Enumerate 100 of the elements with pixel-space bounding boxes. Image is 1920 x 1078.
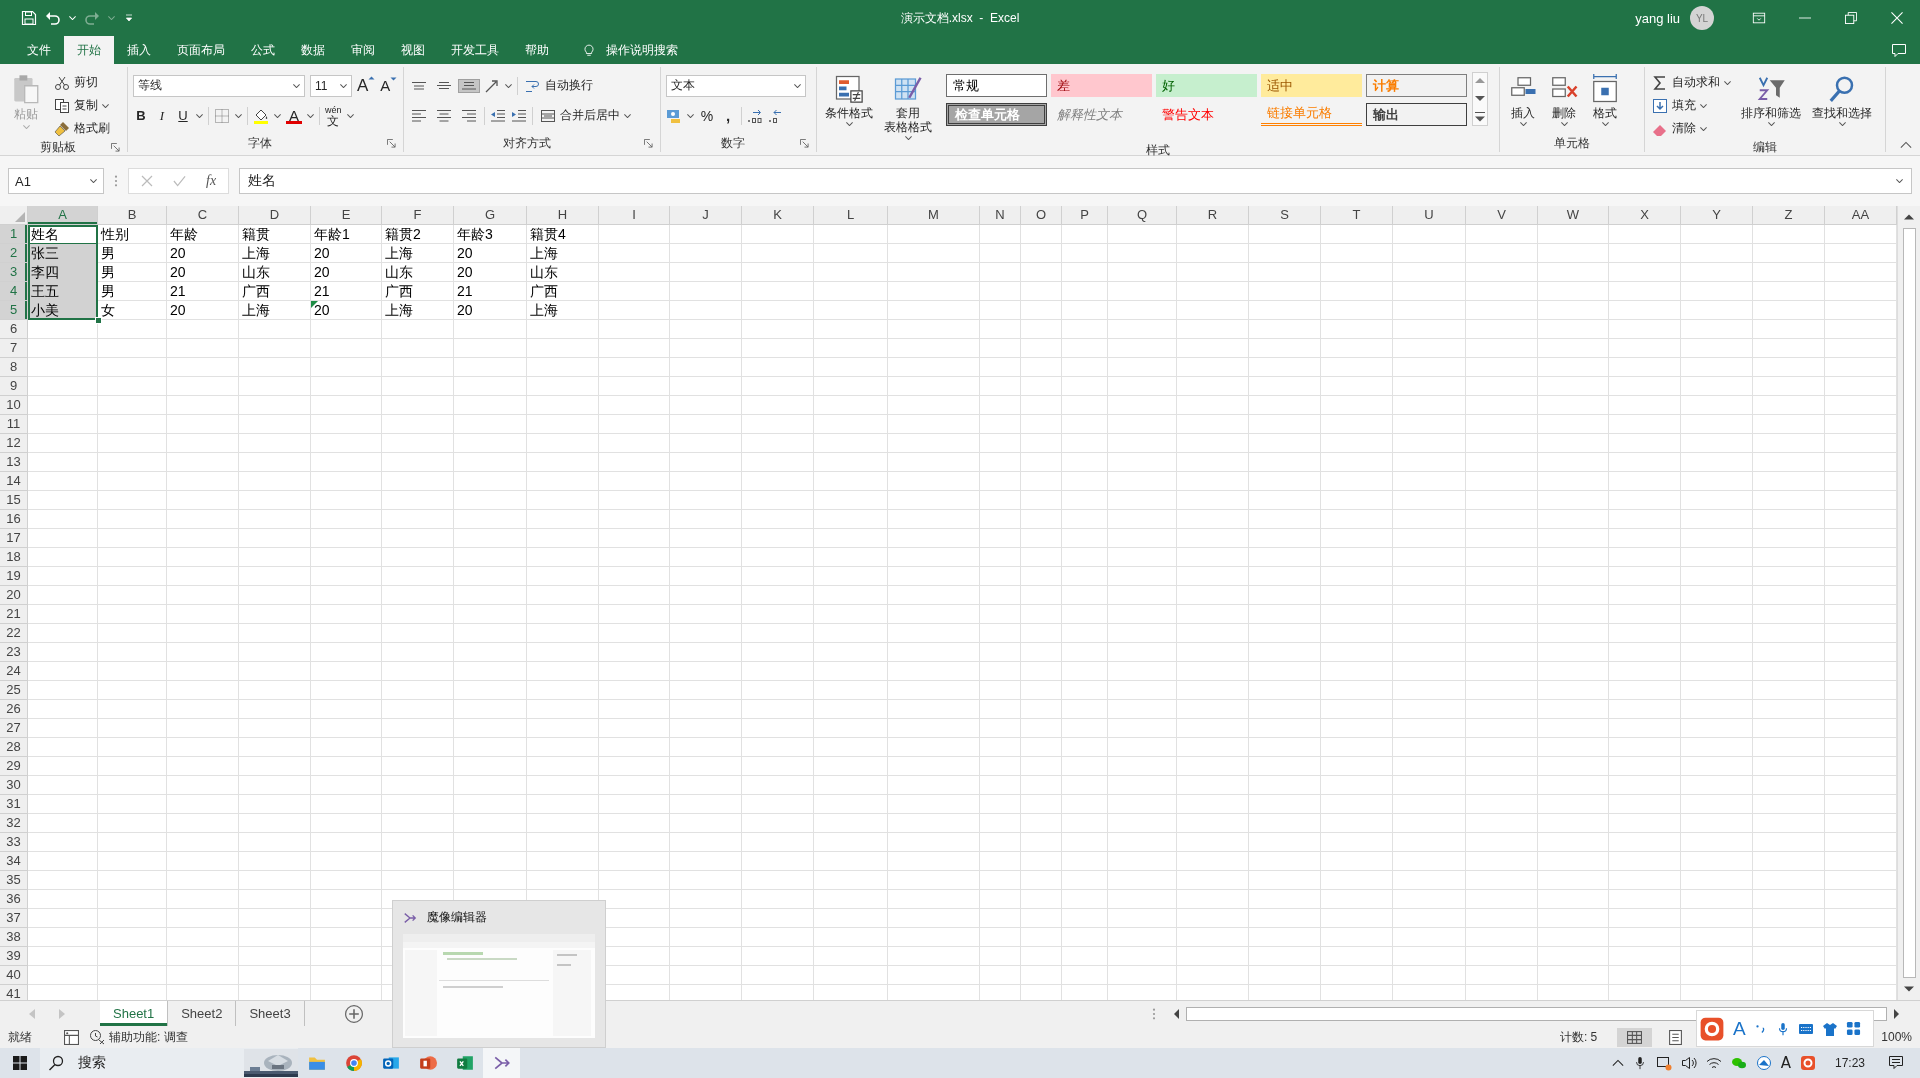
caret-icon[interactable]: [1838, 122, 1846, 126]
column-header[interactable]: E: [311, 206, 382, 225]
apps-grid-icon[interactable]: [1845, 1021, 1861, 1036]
column-header[interactable]: B: [98, 206, 167, 225]
column-header[interactable]: I: [599, 206, 670, 225]
column-header[interactable]: F: [382, 206, 454, 225]
row-header[interactable]: 17: [0, 529, 28, 548]
row-header[interactable]: 24: [0, 662, 28, 681]
autosum-button[interactable]: 自动求和: [1650, 72, 1733, 93]
row-header[interactable]: 25: [0, 681, 28, 700]
decrease-decimal-icon[interactable]: [768, 107, 784, 124]
splitter-icon[interactable]: [114, 175, 118, 187]
wrap-text-button[interactable]: 自动换行: [523, 75, 595, 96]
normal-view-button[interactable]: [1617, 1027, 1653, 1047]
row-header[interactable]: 9: [0, 377, 28, 396]
cell-style[interactable]: 好: [1156, 74, 1257, 97]
row-header[interactable]: 37: [0, 909, 28, 928]
currency-icon[interactable]: [666, 107, 682, 124]
ribbon-tab[interactable]: 开始: [64, 36, 114, 64]
row-header[interactable]: 18: [0, 548, 28, 567]
row-header[interactable]: 29: [0, 757, 28, 776]
fill-color-icon[interactable]: [253, 107, 269, 124]
row-header[interactable]: 27: [0, 719, 28, 738]
row-header[interactable]: 20: [0, 586, 28, 605]
delete-button[interactable]: 删除: [1546, 72, 1582, 128]
row-header[interactable]: 3: [0, 263, 28, 282]
column-header[interactable]: M: [888, 206, 980, 225]
accessibility-button[interactable]: 辅助功能: 调查: [89, 1028, 188, 1046]
decrease-indent-icon[interactable]: [490, 107, 506, 124]
column-header[interactable]: O: [1021, 206, 1062, 225]
column-header[interactable]: K: [742, 206, 814, 225]
row-header[interactable]: 32: [0, 814, 28, 833]
ribbon-tab[interactable]: 插入: [114, 36, 164, 64]
row-header[interactable]: 4: [0, 282, 28, 301]
column-header[interactable]: AA: [1825, 206, 1897, 225]
caret-icon[interactable]: [1519, 122, 1527, 126]
undo-icon[interactable]: [45, 10, 61, 26]
row-header[interactable]: 14: [0, 472, 28, 491]
caret-icon[interactable]: [196, 113, 203, 118]
ribbon-tab[interactable]: 开发工具: [438, 36, 512, 64]
column-header[interactable]: A: [28, 206, 98, 225]
row-header[interactable]: 7: [0, 339, 28, 358]
column-header[interactable]: G: [454, 206, 527, 225]
ribbon-tab[interactable]: 页面布局: [164, 36, 238, 64]
row-header[interactable]: 36: [0, 890, 28, 909]
format-painter-button[interactable]: 格式刷: [52, 118, 112, 139]
row-header[interactable]: 22: [0, 624, 28, 643]
row-header[interactable]: 40: [0, 966, 28, 985]
column-header[interactable]: W: [1538, 206, 1609, 225]
dialog-launcher-icon[interactable]: [387, 139, 396, 148]
input-method-icon[interactable]: [1799, 1055, 1816, 1071]
check-icon[interactable]: [173, 175, 186, 187]
row-header[interactable]: 11: [0, 415, 28, 434]
column-header[interactable]: S: [1249, 206, 1321, 225]
tell-me-search[interactable]: 操作说明搜索: [576, 36, 684, 64]
merge-center-button[interactable]: 合并后居中: [538, 105, 633, 126]
caret-icon[interactable]: [340, 83, 347, 88]
row-header[interactable]: 5: [0, 301, 28, 320]
column-header[interactable]: L: [814, 206, 888, 225]
name-box[interactable]: A1: [8, 168, 104, 194]
save-icon[interactable]: [21, 10, 37, 26]
sort-filter-button[interactable]: 排序和筛选: [1738, 72, 1804, 128]
caret-icon[interactable]: [1601, 122, 1609, 126]
ribbon-tab[interactable]: 数据: [288, 36, 338, 64]
scroll-thumb[interactable]: [1902, 228, 1916, 978]
shirt-icon[interactable]: [1821, 1020, 1838, 1037]
find-select-button[interactable]: 查找和选择: [1809, 72, 1875, 128]
caret-icon[interactable]: [624, 113, 631, 118]
input-mode-toggle[interactable]: A: [1733, 1017, 1746, 1040]
row-header[interactable]: 39: [0, 947, 28, 966]
taskbar-button[interactable]: [483, 1048, 520, 1078]
row-header[interactable]: 16: [0, 510, 28, 529]
column-header[interactable]: N: [980, 206, 1021, 225]
align-top-button[interactable]: [409, 79, 429, 92]
caret-icon[interactable]: [293, 83, 300, 88]
cell-style[interactable]: 警告文本: [1156, 103, 1257, 126]
align-middle-button[interactable]: [434, 80, 454, 91]
increase-font-button[interactable]: A: [357, 75, 376, 96]
insert-function-button[interactable]: fx: [206, 173, 217, 189]
row-header[interactable]: 38: [0, 928, 28, 947]
phonetic-button[interactable]: wén 文: [325, 104, 342, 127]
conditional-format-button[interactable]: 条件格式: [822, 72, 876, 128]
collapse-ribbon-icon[interactable]: [1900, 141, 1912, 149]
column-header[interactable]: T: [1321, 206, 1393, 225]
cut-button[interactable]: 剪切: [52, 72, 112, 93]
scroll-down-icon[interactable]: [1904, 984, 1914, 994]
row-header[interactable]: 15: [0, 491, 28, 510]
caret-icon[interactable]: [1700, 103, 1707, 108]
column-header[interactable]: Z: [1753, 206, 1825, 225]
caret-icon[interactable]: [1700, 126, 1707, 131]
caret-icon[interactable]: [274, 113, 281, 118]
column-header[interactable]: R: [1177, 206, 1249, 225]
app-icon[interactable]: [1755, 1055, 1772, 1071]
dialog-launcher-icon[interactable]: [111, 143, 120, 152]
percent-button[interactable]: %: [699, 107, 715, 124]
row-header[interactable]: 10: [0, 396, 28, 415]
formula-input[interactable]: 姓名: [239, 168, 1912, 194]
wifi-icon[interactable]: [1705, 1056, 1722, 1070]
font-color-button[interactable]: A: [286, 107, 302, 124]
fill-handle[interactable]: [95, 317, 102, 324]
